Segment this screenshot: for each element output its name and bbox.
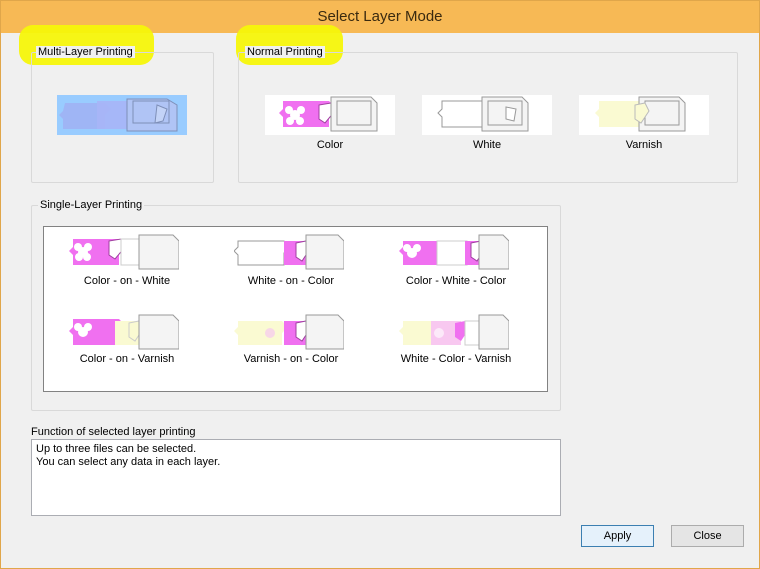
- white-on-color-option[interactable]: [233, 233, 345, 271]
- single-layer-panel: Color - on - White White - on - Color Co…: [43, 226, 548, 392]
- normal-white-caption: White: [472, 139, 502, 151]
- multi-layer-option[interactable]: [57, 95, 187, 135]
- normal-white-option[interactable]: [422, 95, 552, 135]
- varnish-on-color-option[interactable]: [234, 313, 345, 351]
- color-white-color-caption: Color - White - Color: [405, 275, 507, 287]
- single-layer-group: Single-Layer Printing Color - on - White: [31, 199, 561, 411]
- multi-layer-legend: Multi-Layer Printing: [36, 46, 135, 58]
- color-white-color-icon: [399, 234, 510, 270]
- function-textbox[interactable]: Up to three files can be selected. You c…: [31, 439, 561, 516]
- multi-layer-icon: [59, 98, 178, 132]
- color-layer-icon: [279, 96, 378, 132]
- function-text-line2: You can select any data in each layer.: [36, 456, 221, 468]
- normal-printing-group: Normal Printing Color White Varnish: [238, 46, 738, 183]
- close-button[interactable]: Close: [671, 525, 744, 547]
- white-on-color-icon: [233, 234, 345, 270]
- normal-varnish-option[interactable]: [579, 95, 709, 135]
- normal-printing-legend: Normal Printing: [245, 46, 325, 58]
- color-on-varnish-icon: [69, 314, 180, 350]
- normal-varnish-caption: Varnish: [625, 139, 663, 151]
- varnish-layer-icon: [595, 96, 686, 132]
- varnish-on-color-caption: Varnish - on - Color: [243, 353, 339, 365]
- white-color-varnish-icon: [399, 314, 510, 350]
- white-color-varnish-caption: White - Color - Varnish: [400, 353, 512, 365]
- color-on-white-option[interactable]: [69, 233, 180, 271]
- color-on-varnish-option[interactable]: [69, 313, 180, 351]
- white-layer-icon: [437, 96, 529, 132]
- color-on-white-icon: [69, 234, 180, 270]
- normal-color-caption: Color: [316, 139, 344, 151]
- white-on-color-caption: White - on - Color: [247, 275, 335, 287]
- dialog-window: Select Layer Mode Multi-Layer Printing N…: [0, 0, 760, 569]
- function-text-line1: Up to three files can be selected.: [36, 443, 197, 455]
- color-on-varnish-caption: Color - on - Varnish: [79, 353, 175, 365]
- color-on-white-caption: Color - on - White: [83, 275, 171, 287]
- varnish-on-color-icon: [234, 314, 345, 350]
- function-label: Function of selected layer printing: [31, 426, 196, 438]
- white-color-varnish-option[interactable]: [399, 313, 510, 351]
- multi-layer-group: Multi-Layer Printing: [31, 46, 214, 183]
- apply-button[interactable]: Apply: [581, 525, 654, 547]
- normal-color-option[interactable]: [265, 95, 395, 135]
- single-layer-legend: Single-Layer Printing: [38, 199, 145, 211]
- dialog-client: Multi-Layer Printing Normal Printing Col…: [7, 25, 753, 563]
- color-white-color-option[interactable]: [399, 233, 510, 271]
